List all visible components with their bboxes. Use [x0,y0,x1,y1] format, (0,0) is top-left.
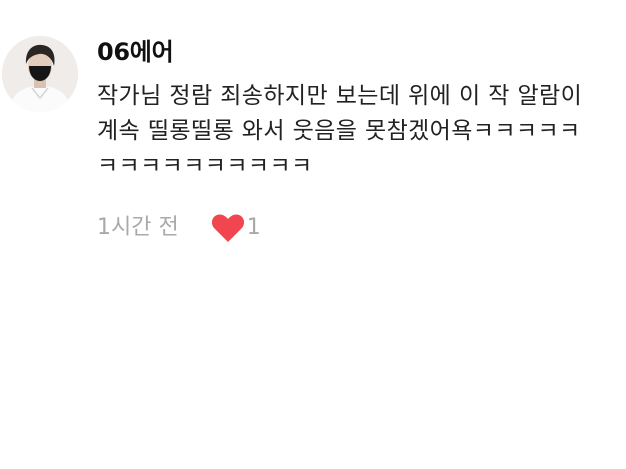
like-button[interactable]: 1 [211,211,261,245]
comment-text: 작가님 정람 죄송하지만 보는데 위에 이 작 알람이 계속 띨롱띨롱 와서 웃… [97,83,583,179]
comment-item: 06에어 작가님 정람 죄송하지만 보는데 위에 이 작 알람이 계속 띨롱띨롱… [0,0,626,469]
like-count: 1 [246,215,261,240]
comment-author[interactable]: 06에어 [97,36,174,68]
avatar[interactable] [2,36,78,112]
avatar-image [2,36,78,112]
comment-meta: 1시간 전 1 [97,211,261,245]
comment-time: 1시간 전 [97,215,179,240]
heart-icon [211,214,244,242]
